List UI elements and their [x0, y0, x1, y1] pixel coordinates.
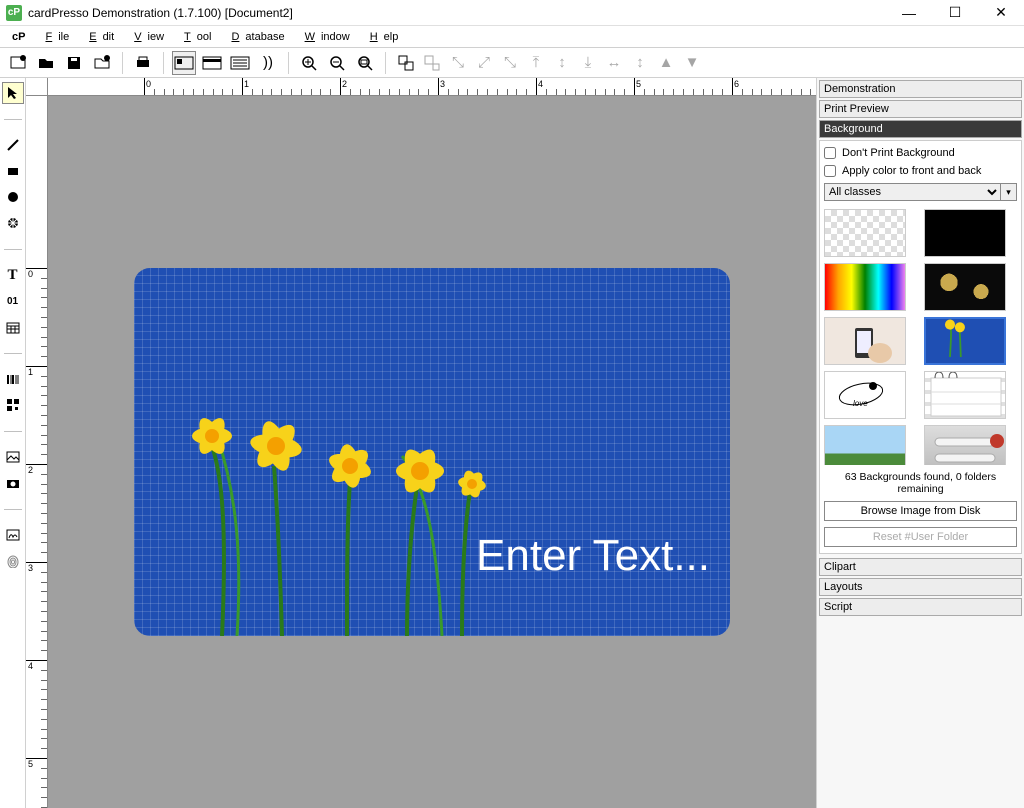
panel-demonstration[interactable]: Demonstration — [819, 80, 1022, 98]
camera-tool[interactable] — [2, 472, 24, 494]
class-select[interactable]: All classes ▾ — [824, 183, 1017, 201]
print-button[interactable] — [131, 51, 155, 75]
menu-database[interactable]: Database — [219, 29, 290, 45]
bg-thumb-daffodils[interactable] — [924, 317, 1006, 365]
bg-thumb-pipes[interactable] — [924, 425, 1006, 465]
bg-thumb-landscape[interactable] — [824, 425, 906, 465]
menu-edit[interactable]: Edit — [77, 29, 120, 45]
menu-view[interactable]: View — [122, 29, 170, 45]
date-tool[interactable] — [2, 316, 24, 338]
signature-tool[interactable] — [2, 524, 24, 546]
card-list-button[interactable] — [228, 51, 252, 75]
save-button[interactable] — [62, 51, 86, 75]
align-middle-button: ↕ — [550, 51, 574, 75]
menu-tool[interactable]: Tool — [172, 29, 217, 45]
bg-thumb-calendar[interactable] — [924, 371, 1006, 419]
daffodil-image — [182, 326, 502, 636]
save-as-button[interactable] — [90, 51, 114, 75]
zoom-in-button[interactable] — [297, 51, 321, 75]
background-panel-body: Don't Print Background Apply color to fr… — [819, 140, 1022, 554]
align-center-button: ⤢ — [472, 51, 496, 75]
qr-tool[interactable] — [2, 394, 24, 416]
horizontal-ruler: 0123456 — [48, 78, 816, 96]
main-toolbar: )) ⤡ ⤢ ⤡ ⤒ ↕ ⤓ ↔ ↕ ▲ ▼ — [0, 48, 1024, 78]
bg-thumb-black[interactable] — [924, 209, 1006, 257]
send-back-button: ▼ — [680, 51, 704, 75]
bring-front-button: ▲ — [654, 51, 678, 75]
reset-folder-button: Reset #User Folder — [824, 527, 1017, 547]
zoom-fit-button[interactable] — [353, 51, 377, 75]
bg-thumb-rainbow[interactable] — [824, 263, 906, 311]
bg-thumb-transparent[interactable] — [824, 209, 906, 257]
side-panel: Demonstration Print Preview Background D… — [816, 78, 1024, 808]
dist-v-button: ↕ — [628, 51, 652, 75]
new-doc-button[interactable] — [6, 51, 30, 75]
panel-script[interactable]: Script — [819, 598, 1022, 616]
app-logo-icon: cP — [6, 5, 22, 21]
panel-layouts[interactable]: Layouts — [819, 578, 1022, 596]
card-stripe-button[interactable] — [200, 51, 224, 75]
card-front-button[interactable] — [172, 51, 196, 75]
browse-image-button[interactable]: Browse Image from Disk — [824, 501, 1017, 521]
align-right-button: ⤡ — [498, 51, 522, 75]
text-placeholder[interactable]: Enter Text... — [476, 531, 710, 581]
fingerprint-tool[interactable] — [2, 550, 24, 572]
align-left-button: ⤡ — [446, 51, 470, 75]
ungroup-button — [420, 51, 444, 75]
maximize-button[interactable]: ☐ — [932, 0, 978, 25]
group-button[interactable] — [394, 51, 418, 75]
circle-tool[interactable] — [2, 186, 24, 208]
tool-tray: T 01 — [0, 78, 26, 808]
background-thumbnails[interactable]: love — [824, 207, 1017, 465]
bg-thumb-phone[interactable] — [824, 317, 906, 365]
image-tool[interactable] — [2, 446, 24, 468]
panel-background[interactable]: Background — [819, 120, 1022, 138]
burst-tool[interactable] — [2, 212, 24, 234]
canvas-viewport[interactable]: Enter Text... — [48, 96, 816, 808]
menu-cp[interactable]: cP — [6, 29, 31, 45]
backgrounds-status: 63 Backgrounds found, 0 folders remainin… — [824, 471, 1017, 495]
counter-tool[interactable]: 01 — [2, 290, 24, 312]
card-design[interactable]: Enter Text... — [134, 268, 730, 636]
window-title: cardPresso Demonstration (1.7.100) [Docu… — [28, 6, 293, 20]
titlebar: cP cardPresso Demonstration (1.7.100) [D… — [0, 0, 1024, 26]
apply-color-checkbox[interactable]: Apply color to front and back — [824, 165, 1017, 177]
dist-h-button: ↔ — [602, 51, 626, 75]
menu-file[interactable]: File — [33, 29, 75, 45]
line-tool[interactable] — [2, 134, 24, 156]
minimize-button[interactable]: — — [886, 0, 932, 25]
canvas-area: 0123456 012345 — [26, 78, 816, 808]
dont-print-label: Don't Print Background — [842, 147, 955, 159]
svg-text:love: love — [853, 399, 868, 408]
dont-print-checkbox[interactable]: Don't Print Background — [824, 147, 1017, 159]
close-button[interactable]: ✕ — [978, 0, 1024, 25]
select-tool[interactable] — [2, 82, 24, 104]
barcode-tool[interactable] — [2, 368, 24, 390]
vertical-ruler: 012345 — [26, 96, 48, 808]
chevron-down-icon[interactable]: ▾ — [1001, 183, 1017, 201]
align-top-button: ⤒ — [524, 51, 548, 75]
apply-color-label: Apply color to front and back — [842, 165, 981, 177]
menubar: cP File Edit View Tool Database Window H… — [0, 26, 1024, 48]
rfid-button[interactable]: )) — [256, 51, 280, 75]
bg-thumb-clocks[interactable] — [924, 263, 1006, 311]
zoom-out-button[interactable] — [325, 51, 349, 75]
bg-thumb-love[interactable]: love — [824, 371, 906, 419]
open-button[interactable] — [34, 51, 58, 75]
panel-clipart[interactable]: Clipart — [819, 558, 1022, 576]
rectangle-tool[interactable] — [2, 160, 24, 182]
text-tool[interactable]: T — [2, 264, 24, 286]
menu-help[interactable]: Help — [358, 29, 405, 45]
align-bottom-button: ⤓ — [576, 51, 600, 75]
panel-print-preview[interactable]: Print Preview — [819, 100, 1022, 118]
menu-window[interactable]: Window — [293, 29, 356, 45]
